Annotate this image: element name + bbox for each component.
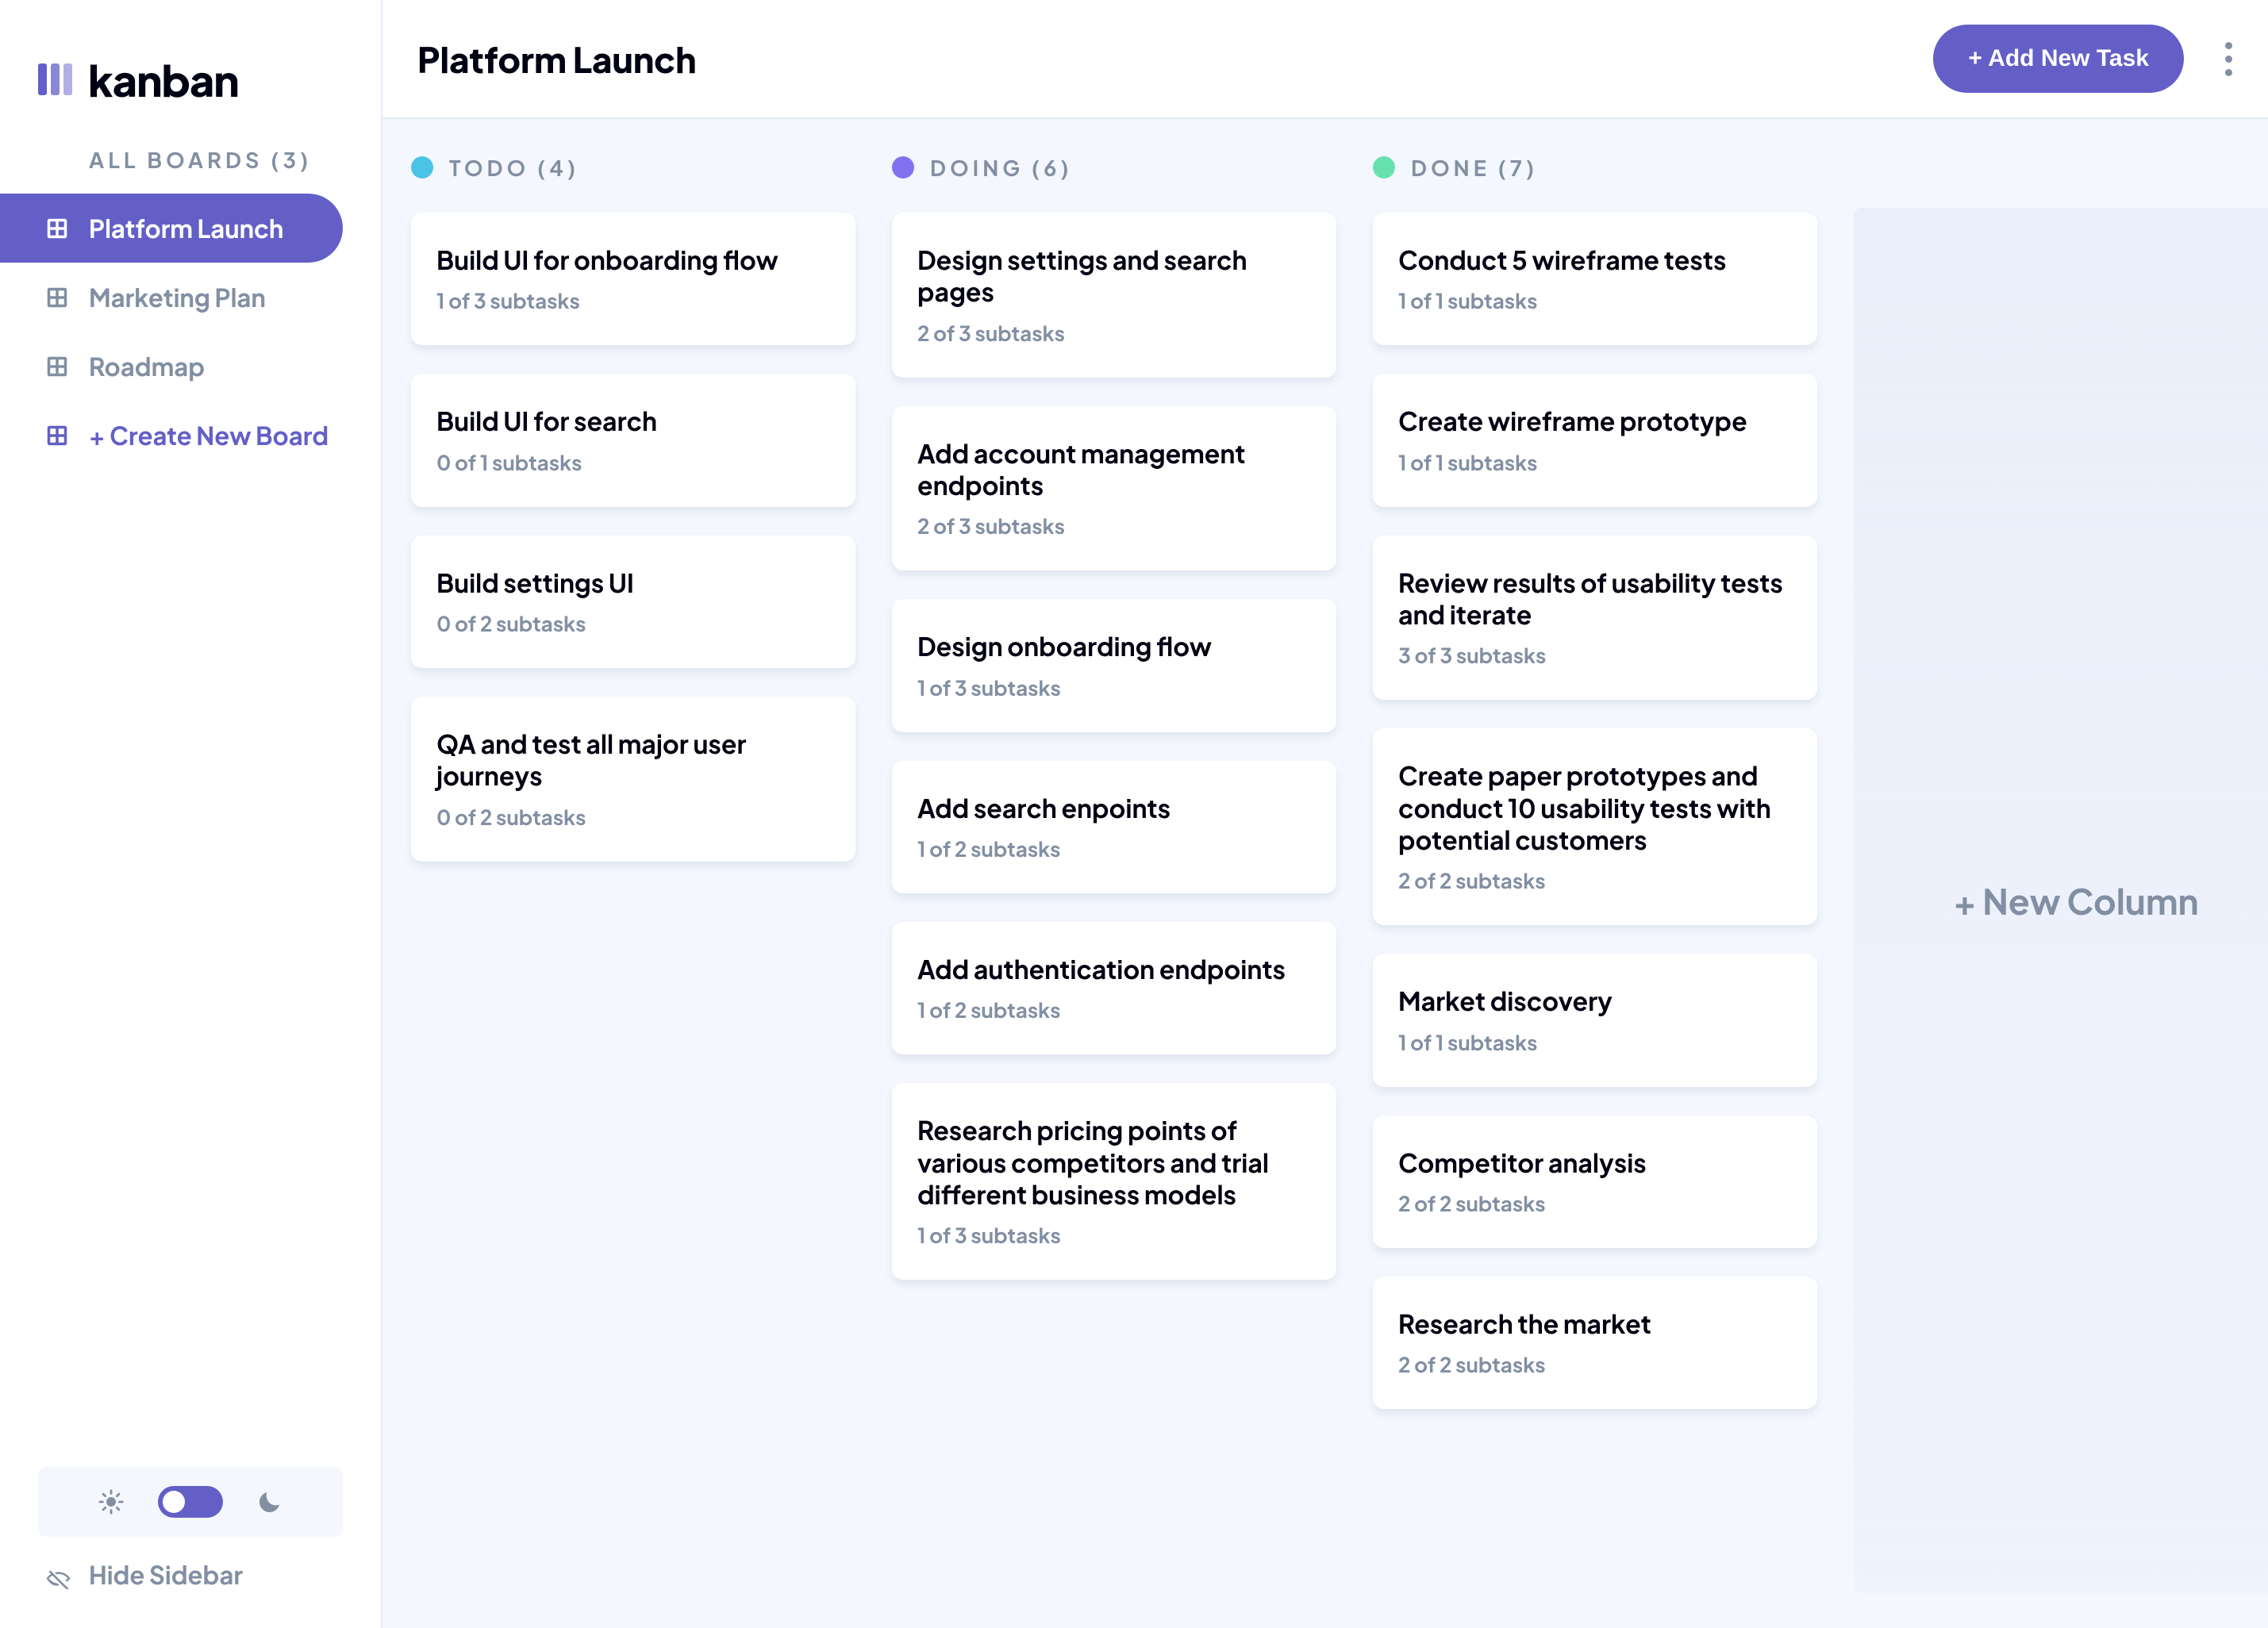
task-title: Add account management endpoints: [917, 438, 1311, 502]
task-title: Competitor analysis: [1398, 1147, 1792, 1179]
task-title: Build UI for search: [436, 405, 830, 437]
task-subtasks: 1 of 3 subtasks: [917, 674, 1311, 701]
new-column-button[interactable]: + New Column: [1854, 208, 2268, 1593]
task-subtasks: 1 of 1 subtasks: [1398, 449, 1792, 475]
task-subtasks: 2 of 2 subtasks: [1398, 1190, 1792, 1216]
task-subtasks: 1 of 3 subtasks: [436, 287, 830, 313]
task-subtasks: 1 of 1 subtasks: [1398, 287, 1792, 313]
logo-text: kanban: [88, 52, 239, 106]
task-subtasks: 1 of 2 subtasks: [917, 835, 1311, 862]
task-subtasks: 0 of 2 subtasks: [436, 804, 830, 830]
add-task-button[interactable]: + Add New Task: [1933, 25, 2184, 93]
board-icon: [46, 355, 68, 378]
board-title: Platform Launch: [417, 36, 1905, 81]
theme-switch-knob: [163, 1491, 185, 1513]
board-icon: [46, 286, 68, 309]
create-board-button[interactable]: + Create New Board: [0, 401, 343, 470]
task-card[interactable]: Design settings and search pages 2 of 3 s…: [892, 213, 1336, 378]
task-subtasks: 1 of 3 subtasks: [917, 1222, 1311, 1248]
hide-sidebar-button[interactable]: Hide Sidebar: [38, 1559, 343, 1590]
sidebar-board-item[interactable]: Platform Launch: [0, 194, 343, 263]
task-subtasks: 2 of 2 subtasks: [1398, 867, 1792, 893]
task-subtasks: 2 of 3 subtasks: [917, 320, 1311, 346]
column-name: DONE (7): [1411, 154, 1538, 181]
task-title: Research the market: [1398, 1308, 1792, 1340]
task-subtasks: 2 of 2 subtasks: [1398, 1351, 1792, 1377]
task-card[interactable]: Research the market 2 of 2 subtasks: [1373, 1277, 1817, 1409]
logo-icon: [38, 63, 72, 95]
task-subtasks: 3 of 3 subtasks: [1398, 642, 1792, 668]
column-color-dot: [1373, 156, 1395, 179]
theme-toggle: [38, 1467, 343, 1537]
task-card[interactable]: Build UI for search 0 of 1 subtasks: [411, 374, 855, 506]
sidebar: kanban ALL BOARDS (3) Platform Launch Mar…: [0, 0, 382, 1628]
task-card[interactable]: Create wireframe prototype 1 of 1 subtask…: [1373, 374, 1817, 506]
task-title: Design settings and search pages: [917, 244, 1311, 309]
eye-slash-icon: [46, 1564, 71, 1586]
task-card[interactable]: Add authentication endpoints 1 of 2 subta…: [892, 922, 1336, 1054]
all-boards-label: ALL BOARDS (3): [0, 119, 381, 194]
task-card[interactable]: QA and test all major user journeys 0 of …: [411, 697, 855, 862]
task-card[interactable]: Conduct 5 wireframe tests 1 of 1 subtasks: [1373, 213, 1817, 345]
task-title: Research pricing points of various compe…: [917, 1115, 1311, 1211]
task-title: Add search enpoints: [917, 793, 1311, 824]
task-card[interactable]: Add account management endpoints 2 of 3 s…: [892, 406, 1336, 571]
sidebar-board-item[interactable]: Roadmap: [0, 332, 343, 401]
board-columns: TODO (4) Build UI for onboarding flow 1 of…: [382, 119, 2268, 1628]
column: DONE (7) Conduct 5 wireframe tests 1 of 1 …: [1373, 154, 1817, 1409]
column-color-dot: [411, 156, 433, 179]
task-card[interactable]: Review results of usability tests and it…: [1373, 536, 1817, 701]
theme-switch[interactable]: [158, 1486, 223, 1518]
sidebar-board-label: Marketing Plan: [89, 282, 266, 313]
task-subtasks: 1 of 2 subtasks: [917, 996, 1311, 1023]
column-name: DOING (6): [930, 154, 1073, 181]
task-title: Market discovery: [1398, 985, 1792, 1017]
sun-icon: [98, 1488, 125, 1515]
task-card[interactable]: Build UI for onboarding flow 1 of 3 subta…: [411, 213, 855, 345]
hide-sidebar-label: Hide Sidebar: [89, 1559, 243, 1590]
main: Platform Launch + Add New Task TODO (4) B…: [382, 0, 2268, 1628]
task-title: Review results of usability tests and it…: [1398, 567, 1792, 632]
task-title: Design onboarding flow: [917, 631, 1311, 662]
task-title: Create paper prototypes and conduct 10 u…: [1398, 760, 1792, 856]
task-title: Conduct 5 wireframe tests: [1398, 244, 1792, 276]
task-title: Create wireframe prototype: [1398, 405, 1792, 437]
sidebar-board-item[interactable]: Marketing Plan: [0, 263, 343, 332]
task-title: Add authentication endpoints: [917, 954, 1311, 985]
board-icon: [46, 424, 68, 447]
column-color-dot: [892, 156, 914, 179]
board-menu-icon[interactable]: [2225, 42, 2233, 76]
sidebar-board-label: Roadmap: [89, 351, 205, 382]
task-title: Build UI for onboarding flow: [436, 244, 830, 276]
topbar: Platform Launch + Add New Task: [382, 0, 2268, 119]
column-header: TODO (4): [411, 154, 855, 184]
moon-icon: [256, 1488, 283, 1515]
column: DOING (6) Design settings and search page…: [892, 154, 1336, 1280]
task-title: QA and test all major user journeys: [436, 728, 830, 793]
board-icon: [46, 217, 68, 240]
task-card[interactable]: Design onboarding flow 1 of 3 subtasks: [892, 599, 1336, 731]
column-name: TODO (4): [449, 154, 579, 181]
task-subtasks: 0 of 1 subtasks: [436, 449, 830, 475]
task-subtasks: 0 of 2 subtasks: [436, 610, 830, 636]
column-header: DOING (6): [892, 154, 1336, 184]
task-card[interactable]: Research pricing points of various compe…: [892, 1083, 1336, 1280]
task-card[interactable]: Add search enpoints 1 of 2 subtasks: [892, 761, 1336, 893]
task-card[interactable]: Competitor analysis 2 of 2 subtasks: [1373, 1115, 1817, 1248]
column-header: DONE (7): [1373, 154, 1817, 184]
task-card[interactable]: Create paper prototypes and conduct 10 u…: [1373, 728, 1817, 925]
logo: kanban: [0, 0, 381, 119]
task-subtasks: 1 of 1 subtasks: [1398, 1029, 1792, 1055]
task-title: Build settings UI: [436, 567, 830, 599]
column: TODO (4) Build UI for onboarding flow 1 of…: [411, 154, 855, 862]
create-board-label: + Create New Board: [89, 420, 329, 451]
task-subtasks: 2 of 3 subtasks: [917, 513, 1311, 539]
sidebar-board-label: Platform Launch: [89, 213, 283, 244]
task-card[interactable]: Market discovery 1 of 1 subtasks: [1373, 954, 1817, 1086]
task-card[interactable]: Build settings UI 0 of 2 subtasks: [411, 536, 855, 668]
boards-nav: Platform Launch Marketing Plan Roadmap + Cr…: [0, 194, 381, 470]
